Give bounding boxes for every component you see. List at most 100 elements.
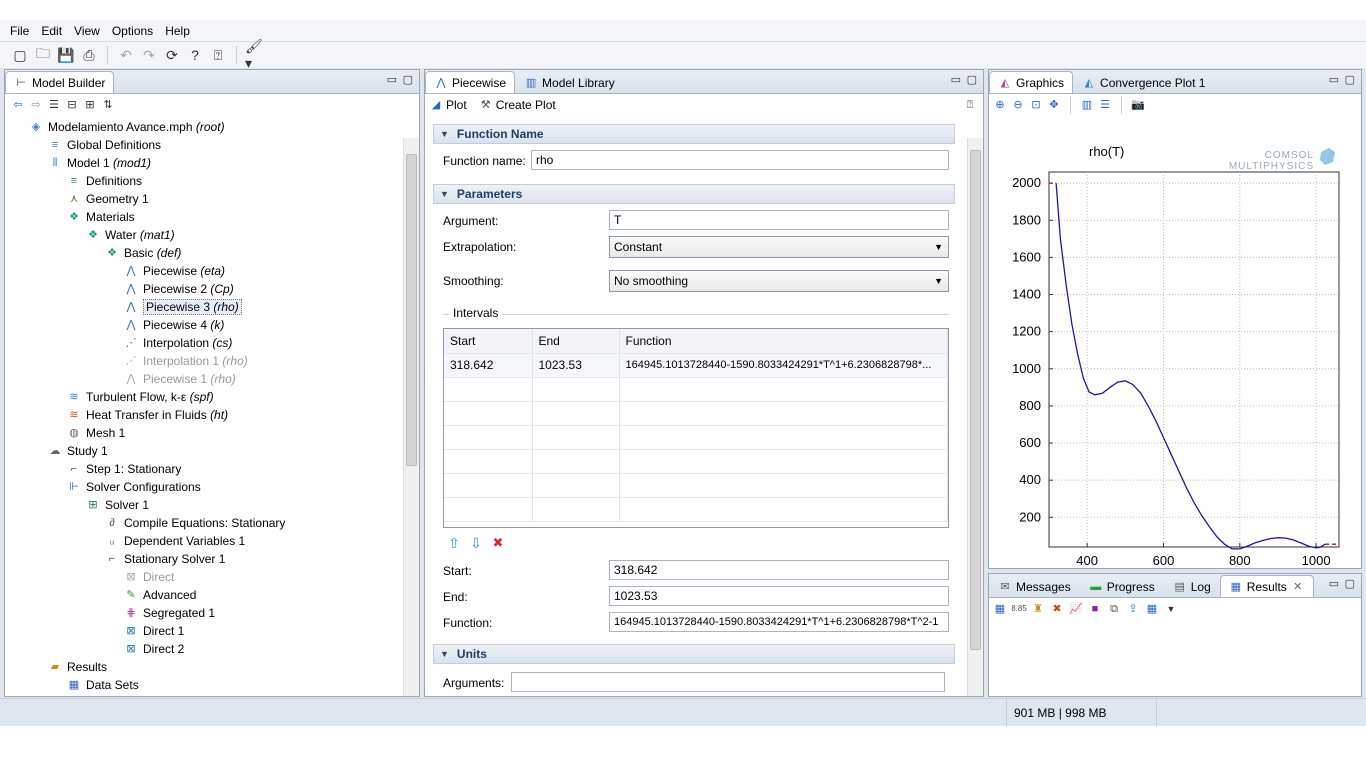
table-cell[interactable] — [532, 473, 620, 498]
redo-icon[interactable]: ↷ — [139, 45, 159, 65]
table-row[interactable] — [444, 497, 948, 522]
tree-node[interactable]: ≡ Global Definitions — [5, 136, 401, 154]
brush-dropdown-icon[interactable]: 🖌▾ — [245, 38, 265, 71]
tree-node[interactable]: ❖ Basic (def) — [5, 244, 401, 262]
tree-node[interactable]: ⊠ Direct — [5, 568, 401, 586]
tree-node[interactable]: ≋ Turbulent Flow, k-ε (spf) — [5, 388, 401, 406]
chevron-down-icon[interactable]: ▼ — [1164, 602, 1178, 616]
tree-node[interactable]: ⋀ Piecewise 1 (rho) — [5, 370, 401, 388]
function-name-input[interactable]: rho — [531, 150, 949, 170]
section-function-name[interactable]: ▼ Function Name — [433, 124, 955, 144]
tree-node[interactable]: ⋕ Segregated 1 — [5, 604, 401, 622]
table-row[interactable] — [444, 425, 948, 450]
camera-icon[interactable]: 📷 — [1131, 98, 1145, 112]
move-down-icon[interactable]: ⇩ — [469, 536, 483, 550]
tree-node[interactable]: ⋀ Piecewise 3 (rho) — [5, 298, 401, 316]
tree-node[interactable]: ◍ Mesh 1 — [5, 424, 401, 442]
arguments-input[interactable] — [511, 672, 945, 692]
expand-icon[interactable]: ⊞ — [83, 98, 97, 112]
maximize-icon[interactable]: ▢ — [403, 73, 413, 86]
legend-icon[interactable]: ☰ — [1098, 98, 1112, 112]
argument-input[interactable]: T — [609, 210, 949, 230]
table-cell[interactable] — [619, 449, 948, 474]
intervals-table[interactable]: Start End Function 318.642 1023.53 16494… — [443, 328, 949, 528]
create-plot-button[interactable]: ⚒ Create Plot — [479, 98, 556, 112]
context-help-icon[interactable]: ⍰ — [208, 45, 228, 65]
function-input[interactable]: 164945.1013728440-1590.8033424291*T^1+6.… — [609, 612, 949, 632]
minimize-icon[interactable]: ▭ — [951, 73, 961, 86]
menu-options[interactable]: Options — [106, 20, 159, 42]
tab-model-builder[interactable]: ⊢ Model Builder — [5, 71, 115, 93]
tree-node[interactable]: ✎ Advanced — [5, 586, 401, 604]
tree-node[interactable]: ⋀ Piecewise 4 (k) — [5, 316, 401, 334]
table-cell[interactable] — [444, 401, 533, 426]
tab-progress[interactable]: ▬ Progress — [1080, 575, 1164, 597]
new-file-icon[interactable]: ▢ — [10, 45, 30, 65]
tree-node[interactable]: ⌐ Stationary Solver 1 — [5, 550, 401, 568]
tab-messages[interactable]: ✉ Messages — [989, 575, 1080, 597]
settings-help-icon[interactable]: ⍰ — [963, 98, 977, 112]
print-icon[interactable]: ⎙ — [79, 45, 99, 65]
table-cell[interactable] — [619, 497, 948, 522]
table-graph-icon[interactable]: 📈 — [1069, 602, 1083, 616]
tree-node[interactable]: ⊞ Solver 1 — [5, 496, 401, 514]
sort-icon[interactable]: ⇅ — [101, 98, 115, 112]
table-cell[interactable] — [444, 377, 533, 402]
plot-button[interactable]: ◢ Plot — [429, 98, 467, 112]
help-icon[interactable]: ? — [185, 45, 205, 65]
table-row[interactable] — [444, 377, 948, 402]
tree-node[interactable]: ▰ Results — [5, 658, 401, 676]
maximize-icon[interactable]: ▢ — [967, 73, 977, 86]
smoothing-select[interactable]: No smoothing ▼ — [609, 270, 949, 292]
tab-piecewise[interactable]: ⋀ Piecewise — [425, 71, 516, 93]
table-display-icon[interactable]: ▦ — [993, 602, 1007, 616]
tree-node[interactable]: ◈ Modelamiento Avance.mph (root) — [5, 118, 401, 136]
tree-node[interactable]: ⊩ Solver Configurations — [5, 478, 401, 496]
open-file-icon[interactable]: 🗀 — [33, 45, 53, 65]
tab-model-library[interactable]: ▥ Model Library — [515, 71, 624, 93]
tree-node[interactable]: ᵤ Dependent Variables 1 — [5, 532, 401, 550]
table-cell[interactable] — [619, 425, 948, 450]
maximize-icon[interactable]: ▢ — [1345, 73, 1355, 86]
table-cell[interactable] — [619, 401, 948, 426]
table-row[interactable]: 318.642 1023.53 164945.1013728440-1590.8… — [444, 353, 948, 378]
export-icon[interactable]: ⇪ — [1126, 602, 1140, 616]
clear-icon[interactable]: ✖ — [1050, 602, 1064, 616]
zoom-in-icon[interactable]: ⊕ — [993, 98, 1007, 112]
table-cell[interactable] — [444, 425, 533, 450]
table-cell[interactable] — [532, 377, 620, 402]
tree-node[interactable]: ❖ Materials — [5, 208, 401, 226]
tree-node[interactable]: ⊠ Direct 1 — [5, 622, 401, 640]
settings-scrollbar-thumb[interactable] — [970, 150, 981, 650]
table-row[interactable] — [444, 401, 948, 426]
color-table-icon[interactable]: ■ — [1088, 602, 1102, 616]
collapse-icon[interactable]: ⊟ — [65, 98, 79, 112]
tab-graphics[interactable]: ◭ Graphics — [989, 71, 1074, 93]
table-cell[interactable] — [619, 473, 948, 498]
tree-node[interactable]: ≡ Definitions — [5, 172, 401, 190]
tree-node[interactable]: ⋏ Geometry 1 — [5, 190, 401, 208]
table-cell-end[interactable]: 1023.53 — [532, 353, 620, 378]
tab-results[interactable]: ▦ Results ✕ — [1219, 575, 1314, 597]
save-icon[interactable]: 💾 — [56, 45, 76, 65]
table-cell[interactable] — [619, 377, 948, 402]
copy-icon[interactable]: ⧉ — [1107, 602, 1121, 616]
start-input[interactable]: 318.642 — [609, 560, 949, 580]
table-cell[interactable] — [444, 449, 533, 474]
arrow-right-icon[interactable]: ⇨ — [29, 98, 43, 112]
tree-node[interactable]: ≋ Heat Transfer in Fluids (ht) — [5, 406, 401, 424]
table-cell[interactable] — [532, 449, 620, 474]
tree-node[interactable]: ∂ Compile Equations: Stationary — [5, 514, 401, 532]
table-cell[interactable] — [444, 497, 533, 522]
zoom-extents-icon[interactable]: ✥ — [1047, 98, 1061, 112]
tree-node[interactable]: ❖ Water (mat1) — [5, 226, 401, 244]
arrow-left-icon[interactable]: ⇦ — [11, 98, 25, 112]
model-library-icon[interactable]: ⟳ — [162, 45, 182, 65]
graphics-canvas[interactable]: rho(T) COMSOL MULTIPHYSICS 400 600 800 1000 200… — [989, 116, 1361, 568]
zoom-box-icon[interactable]: ⊡ — [1029, 98, 1043, 112]
table-row[interactable] — [444, 473, 948, 498]
tab-convergence-plot[interactable]: ◭ Convergence Plot 1 — [1073, 71, 1214, 93]
grid-layout-icon[interactable]: ▦ — [1145, 602, 1159, 616]
undo-icon[interactable]: ↶ — [116, 45, 136, 65]
section-units[interactable]: ▼ Units — [433, 644, 955, 664]
